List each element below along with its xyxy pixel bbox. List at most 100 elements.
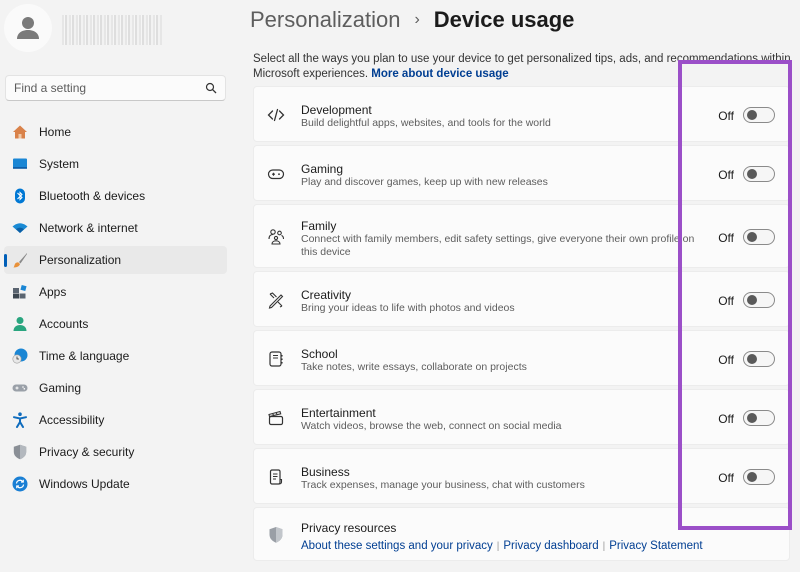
bluetooth-icon <box>15 188 25 204</box>
usage-description: Take notes, write essays, collaborate on… <box>301 361 527 373</box>
more-about-device-usage-link[interactable]: More about device usage <box>371 68 508 80</box>
link-separator: | <box>602 541 606 552</box>
page-title: Device usage <box>433 7 575 32</box>
sidebar-item-label: Network & internet <box>39 221 138 235</box>
user-avatar[interactable] <box>4 4 52 52</box>
toggle-state-label: Off <box>718 294 734 308</box>
sidebar-item-label: Accessibility <box>39 413 105 427</box>
sidebar: Home System Bluetooth & devices Network … <box>0 0 240 572</box>
wifi-icon <box>12 223 28 233</box>
search-input[interactable] <box>14 81 205 95</box>
sidebar-item-label: Accounts <box>39 317 89 331</box>
usage-description: Build delightful apps, websites, and too… <box>301 117 551 129</box>
sidebar-item-label: Privacy & security <box>39 445 135 459</box>
sidebar-item-home[interactable]: Home <box>4 118 227 146</box>
usage-description: Watch videos, browse the web, connect on… <box>301 420 562 432</box>
sidebar-item-time-language[interactable]: Time & language <box>4 342 227 370</box>
privacy-resources-title: Privacy resources <box>301 521 397 535</box>
sidebar-item-accounts[interactable]: Accounts <box>4 310 227 338</box>
sidebar-item-accessibility[interactable]: Accessibility <box>4 406 227 434</box>
usage-title: School <box>301 347 338 361</box>
usage-description: Bring your ideas to life with photos and… <box>301 302 515 314</box>
toggle-state-label: Off <box>718 353 734 367</box>
accessibility-icon <box>13 412 27 428</box>
sidebar-item-windows-update[interactable]: Windows Update <box>4 470 227 498</box>
page-description: Select all the ways you plan to use your… <box>253 52 793 82</box>
business-toggle[interactable] <box>743 469 775 485</box>
toggle-state-label: Off <box>718 109 734 123</box>
usage-title: Entertainment <box>301 406 376 420</box>
sidebar-nav: Home System Bluetooth & devices Network … <box>4 118 227 502</box>
usage-title: Gaming <box>301 162 344 176</box>
person-icon <box>17 17 39 39</box>
breadcrumb: Personalization › Device usage <box>250 7 574 33</box>
family-toggle[interactable] <box>743 229 775 245</box>
usage-card-entertainment: Entertainment Watch videos, browse the w… <box>253 389 790 445</box>
sidebar-item-label: Windows Update <box>39 477 130 491</box>
usage-title: Creativity <box>301 288 352 302</box>
sidebar-item-apps[interactable]: Apps <box>4 278 227 306</box>
toggle-state-label: Off <box>718 168 734 182</box>
sidebar-item-label: Home <box>39 125 72 139</box>
school-toggle[interactable] <box>743 351 775 367</box>
sidebar-item-privacy-security[interactable]: Privacy & security <box>4 438 227 466</box>
sidebar-item-label: System <box>39 157 80 171</box>
usage-card-development: Development Build delightful apps, websi… <box>253 86 790 142</box>
toggle-state-label: Off <box>718 231 734 245</box>
usage-description: Track expenses, manage your business, ch… <box>301 479 585 491</box>
entertainment-toggle[interactable] <box>743 410 775 426</box>
usage-title: Business <box>301 465 350 479</box>
apps-icon <box>13 284 27 299</box>
sidebar-item-network[interactable]: Network & internet <box>4 214 227 242</box>
sidebar-item-label: Gaming <box>39 381 82 395</box>
creativity-toggle[interactable] <box>743 292 775 308</box>
privacy-statement-link[interactable]: Privacy Statement <box>609 540 702 552</box>
usage-card-creativity: Creativity Bring your ideas to life with… <box>253 271 790 327</box>
creativity-icon <box>268 292 284 309</box>
gaming-toggle[interactable] <box>743 166 775 182</box>
clapperboard-icon <box>268 410 284 426</box>
usage-card-family: Family Connect with family members, edit… <box>253 204 790 268</box>
usage-description: Play and discover games, keep up with ne… <box>301 176 548 188</box>
document-icon <box>269 469 283 485</box>
gamepad-icon <box>267 169 285 180</box>
globe-clock-icon <box>12 348 28 364</box>
toggle-state-label: Off <box>718 412 734 426</box>
home-icon <box>13 125 27 139</box>
gamepad-icon <box>12 384 28 392</box>
link-separator: | <box>496 541 500 552</box>
shield-icon <box>269 527 283 543</box>
shield-icon <box>13 444 27 460</box>
about-settings-privacy-link[interactable]: About these settings and your privacy <box>301 540 493 552</box>
breadcrumb-chevron-icon: › <box>414 11 420 28</box>
system-icon <box>13 158 27 169</box>
sidebar-item-label: Personalization <box>39 253 122 267</box>
privacy-dashboard-link[interactable]: Privacy dashboard <box>503 540 598 552</box>
breadcrumb-parent-link[interactable]: Personalization <box>250 7 400 33</box>
privacy-links: About these settings and your privacy | Pr… <box>301 540 703 552</box>
toggle-state-label: Off <box>718 471 734 485</box>
update-icon <box>12 476 28 492</box>
usage-title: Family <box>301 219 337 233</box>
settings-search-box[interactable] <box>5 75 226 101</box>
sidebar-item-gaming[interactable]: Gaming <box>4 374 227 402</box>
usage-card-school: School Take notes, write essays, collabo… <box>253 330 790 386</box>
sidebar-item-label: Time & language <box>39 349 130 363</box>
development-toggle[interactable] <box>743 107 775 123</box>
notebook-icon <box>269 351 283 367</box>
code-icon <box>267 108 285 122</box>
usage-description: Connect with family members, edit safety… <box>301 233 695 258</box>
usage-title: Development <box>301 103 372 117</box>
privacy-resources-card: Privacy resources About these settings a… <box>253 507 790 561</box>
sidebar-item-bluetooth[interactable]: Bluetooth & devices <box>4 182 227 210</box>
sidebar-item-label: Apps <box>39 285 67 299</box>
usage-card-business: Business Track expenses, manage your bus… <box>253 448 790 504</box>
search-icon[interactable] <box>205 82 217 94</box>
username-redacted <box>62 15 162 45</box>
sidebar-item-label: Bluetooth & devices <box>39 189 146 203</box>
sidebar-item-personalization[interactable]: Personalization <box>4 246 227 274</box>
usage-card-gaming: Gaming Play and discover games, keep up … <box>253 145 790 201</box>
family-icon <box>268 229 285 245</box>
accounts-icon <box>13 317 27 331</box>
sidebar-item-system[interactable]: System <box>4 150 227 178</box>
